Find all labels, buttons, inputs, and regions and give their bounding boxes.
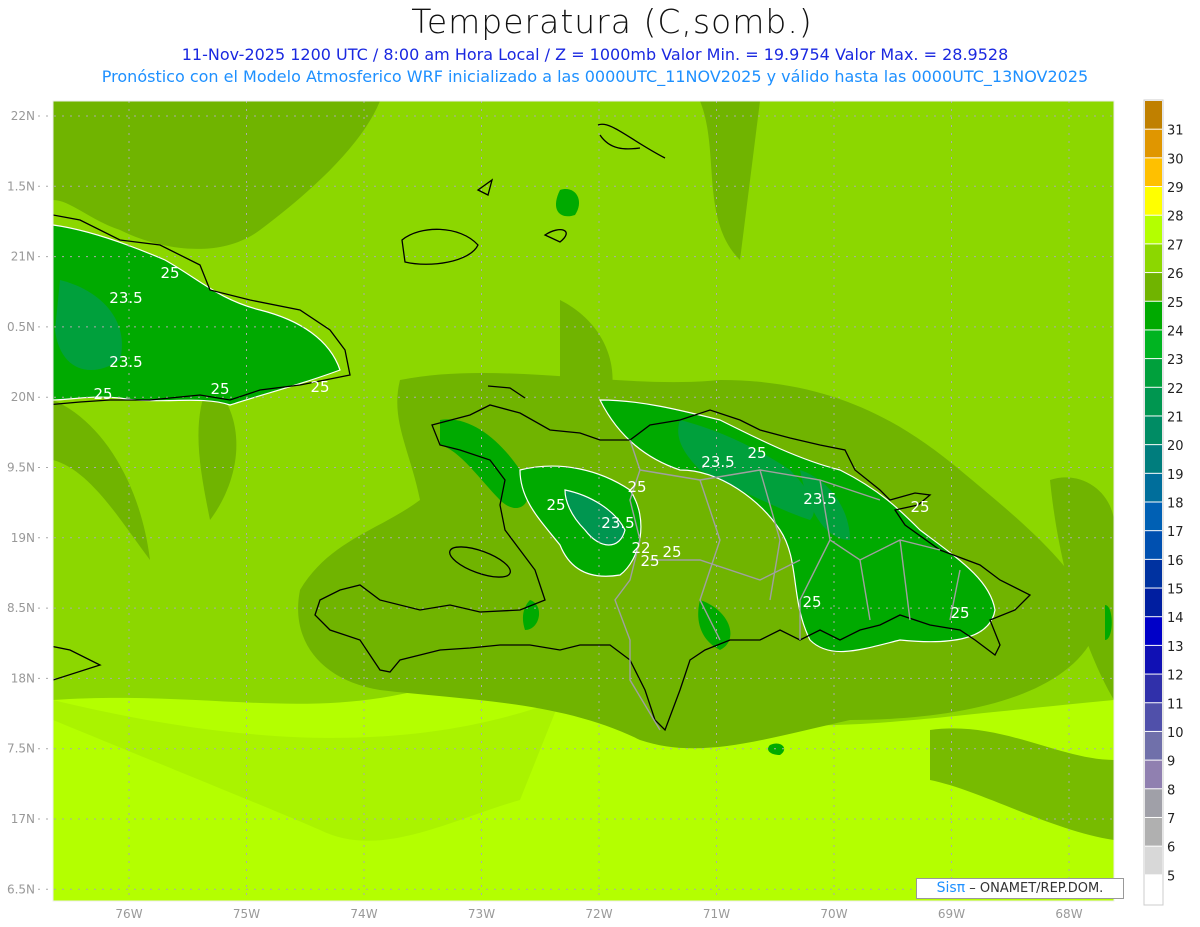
lat-label: 6.5N	[7, 882, 35, 896]
contour-label: 25	[802, 593, 821, 611]
colorbar-label: 14	[1167, 611, 1184, 626]
colorbar-swatch	[1145, 359, 1162, 387]
colorbar-swatch	[1145, 789, 1162, 817]
lat-label: 21N	[11, 250, 35, 264]
lat-label: 1.5N	[7, 179, 35, 193]
colorbar-label: 9	[1167, 755, 1175, 770]
contour-label: 25	[93, 385, 112, 403]
lon-label: 74W	[350, 907, 377, 921]
colorbar-label: 7	[1167, 812, 1175, 827]
colorbar-label: 6	[1167, 841, 1175, 856]
colorbar-swatch	[1145, 473, 1162, 502]
lon-label: 75W	[233, 907, 260, 921]
contour-label: 25	[910, 498, 929, 516]
colorbar-swatch	[1145, 703, 1162, 731]
contour-label: 23.5	[601, 514, 634, 532]
colorbar-swatch	[1145, 158, 1162, 187]
credit-text: – ONAMET/REP.DOM.	[969, 881, 1104, 896]
colorbar-swatch	[1145, 387, 1162, 416]
contour-label: 23.5	[803, 490, 836, 508]
colorbar-swatch	[1145, 330, 1162, 359]
shaded-field	[53, 101, 1114, 901]
contour-label: 25	[640, 552, 659, 570]
lat-label: 20N	[11, 390, 35, 404]
contour-label: 25	[747, 444, 766, 462]
colorbar-label: 15	[1167, 583, 1184, 598]
colorbar-swatch	[1145, 588, 1162, 617]
colorbar-swatch	[1145, 760, 1162, 789]
colorbar: 31 30 29 28 27 26 25 24 23 22 21 20 19 18 17 16 15 14 13 12…	[1143, 99, 1184, 906]
colorbar-swatch	[1145, 445, 1162, 473]
colorbar-label: 23	[1167, 353, 1184, 368]
contour-label: 25	[310, 378, 329, 396]
colorbar-label: 29	[1167, 181, 1184, 196]
lat-label: 7.5N	[7, 742, 35, 756]
colorbar-label: 27	[1167, 238, 1184, 253]
colorbar-label: 10	[1167, 726, 1184, 741]
lat-label: 8.5N	[7, 601, 35, 615]
sispi-logo: Sisπ	[936, 880, 966, 896]
lat-label: 17N	[11, 812, 35, 826]
lon-label: 71W	[703, 907, 730, 921]
colorbar-label: 13	[1167, 640, 1184, 655]
colorbar-swatch	[1145, 129, 1162, 158]
lon-label: 68W	[1055, 907, 1082, 921]
contour-label: 23.5	[109, 289, 142, 307]
colorbar-label: 22	[1167, 382, 1184, 397]
lon-label: 73W	[468, 907, 495, 921]
colorbar-swatch	[1145, 674, 1162, 703]
colorbar-label: 16	[1167, 554, 1184, 569]
colorbar-swatch	[1145, 301, 1162, 330]
colorbar-label: 11	[1167, 697, 1184, 712]
colorbar-swatch	[1145, 101, 1162, 129]
lat-label: 9.5N	[7, 461, 35, 475]
credit-box: Sisπ – ONAMET/REP.DOM.	[916, 878, 1124, 899]
colorbar-swatch	[1145, 416, 1162, 445]
colorbar-label: 21	[1167, 410, 1184, 425]
lon-label: 70W	[820, 907, 847, 921]
colorbar-label: 28	[1167, 210, 1184, 225]
colorbar-label: 5	[1167, 869, 1175, 884]
colorbar-label: 19	[1167, 468, 1184, 483]
contour-label: 25	[160, 264, 179, 282]
lon-label: 76W	[115, 907, 142, 921]
colorbar-swatch	[1145, 244, 1162, 273]
lat-label: 0.5N	[7, 320, 35, 334]
colorbar-label: 25	[1167, 296, 1184, 311]
lat-label: 19N	[11, 531, 35, 545]
colorbar-swatch	[1145, 846, 1162, 875]
colorbar-swatch	[1145, 617, 1162, 645]
colorbar-swatch	[1145, 502, 1162, 531]
lat-label: 22N	[11, 109, 35, 123]
contour-label: 25	[662, 543, 681, 561]
colorbar-label: 30	[1167, 152, 1184, 167]
colorbar-label: 8	[1167, 783, 1175, 798]
colorbar-swatch	[1145, 645, 1162, 674]
contour-label: 25	[210, 380, 229, 398]
colorbar-swatch	[1145, 817, 1162, 846]
colorbar-label: 12	[1167, 669, 1184, 684]
lon-label: 69W	[938, 907, 965, 921]
lon-label: 72W	[585, 907, 612, 921]
contour-label: 25	[546, 496, 565, 514]
contour-label: 23.5	[109, 353, 142, 371]
colorbar-swatch	[1145, 731, 1162, 760]
colorbar-swatch	[1145, 875, 1162, 903]
lat-label: 18N	[11, 671, 35, 685]
contour-label: 23.5	[701, 453, 734, 471]
contour-label: 25	[950, 604, 969, 622]
colorbar-swatch	[1145, 531, 1162, 559]
colorbar-swatch	[1145, 273, 1162, 301]
colorbar-label: 20	[1167, 439, 1184, 454]
colorbar-swatch	[1145, 187, 1162, 215]
colorbar-swatch	[1145, 215, 1162, 244]
colorbar-label: 17	[1167, 525, 1184, 540]
colorbar-label: 18	[1167, 497, 1184, 512]
colorbar-swatch	[1145, 559, 1162, 588]
colorbar-label: 26	[1167, 267, 1184, 282]
colorbar-label: 24	[1167, 324, 1184, 339]
temperature-map: 2523.523.525 25 252523.5252523.522 252523.5…	[7, 99, 1184, 921]
colorbar-label: 31	[1167, 124, 1184, 139]
contour-label: 25	[627, 478, 646, 496]
